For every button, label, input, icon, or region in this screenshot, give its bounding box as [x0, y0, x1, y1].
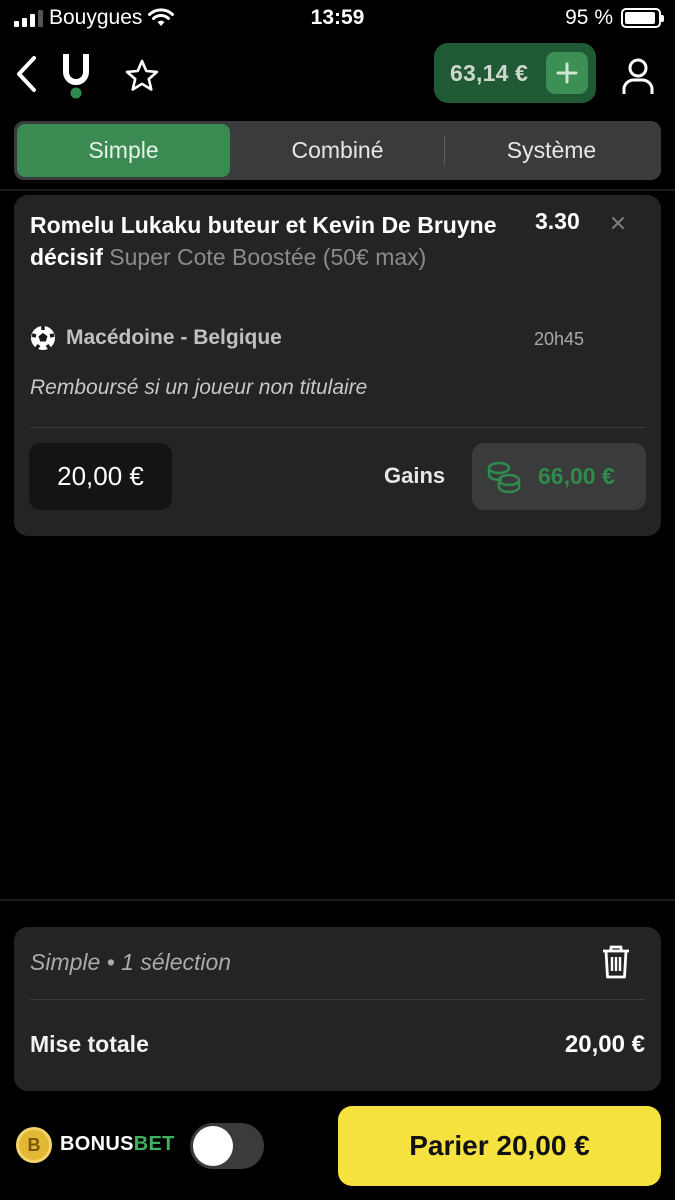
stake-input[interactable]: 20,00 € [29, 443, 172, 510]
battery-percent: 95 % [565, 6, 613, 29]
divider [30, 999, 645, 1000]
bonusbet-label: BONUSBET [60, 1133, 175, 1156]
plus-icon [556, 62, 578, 84]
bet-card: Romelu Lukaku buteur et Kevin De Bruyne … [14, 195, 661, 536]
add-funds-button[interactable] [546, 52, 588, 94]
summary-title: Simple • 1 sélection [30, 949, 232, 975]
match-info: Macédoine - Belgique [30, 325, 282, 351]
bet-summary: Simple • 1 sélection Mise totale 20,00 € [14, 927, 661, 1091]
back-chevron-icon[interactable] [12, 54, 42, 94]
soccer-ball-icon [31, 326, 55, 351]
divider [0, 189, 675, 191]
close-icon[interactable] [608, 213, 628, 233]
divider [0, 899, 675, 901]
tab-simple[interactable]: Simple [17, 124, 230, 177]
bonusbet-label-part2: BET [133, 1133, 175, 1155]
boost-label: Super Cote Boostée (50€ max) [109, 244, 427, 270]
toggle-knob [193, 1126, 233, 1166]
match-time: 20h45 [534, 329, 585, 349]
balance-amount: 63,14 € [450, 59, 529, 86]
battery-info: 95 % [565, 6, 664, 30]
bonusbet-label-part1: BONUS [60, 1133, 134, 1155]
user-icon[interactable] [620, 56, 656, 96]
coins-icon [487, 461, 521, 493]
tab-combine[interactable]: Combiné [231, 124, 444, 177]
top-navigation: 63,14 € [0, 40, 675, 106]
divider [30, 427, 645, 428]
gains-display: 66,00 € [472, 443, 646, 510]
bet-odds: 3.30 [535, 208, 580, 234]
gains-amount: 66,00 € [538, 463, 615, 489]
total-stake-label: Mise totale [30, 1031, 149, 1057]
bet-type-tabs: Simple Combiné Système [14, 121, 661, 180]
status-bar: Bouygues 13:59 95 % [0, 0, 675, 38]
logo-icon[interactable] [62, 50, 90, 100]
match-name[interactable]: Macédoine - Belgique [66, 326, 282, 350]
bet-selection-title: Romelu Lukaku buteur et Kevin De Bruyne … [30, 209, 520, 273]
bonusbet-toggle[interactable] [190, 1123, 264, 1169]
battery-icon [621, 8, 664, 28]
refund-note: Remboursé si un joueur non titulaire [30, 376, 368, 399]
gains-label: Gains [384, 463, 446, 488]
tab-systeme[interactable]: Système [445, 124, 658, 177]
star-icon[interactable] [124, 58, 160, 94]
place-bet-button[interactable]: Parier 20,00 € [338, 1106, 661, 1186]
total-stake-value: 20,00 € [564, 1031, 645, 1058]
trash-icon[interactable] [600, 943, 632, 981]
balance-pill[interactable]: 63,14 € [434, 43, 596, 103]
bonus-coin-icon: B [16, 1127, 52, 1163]
